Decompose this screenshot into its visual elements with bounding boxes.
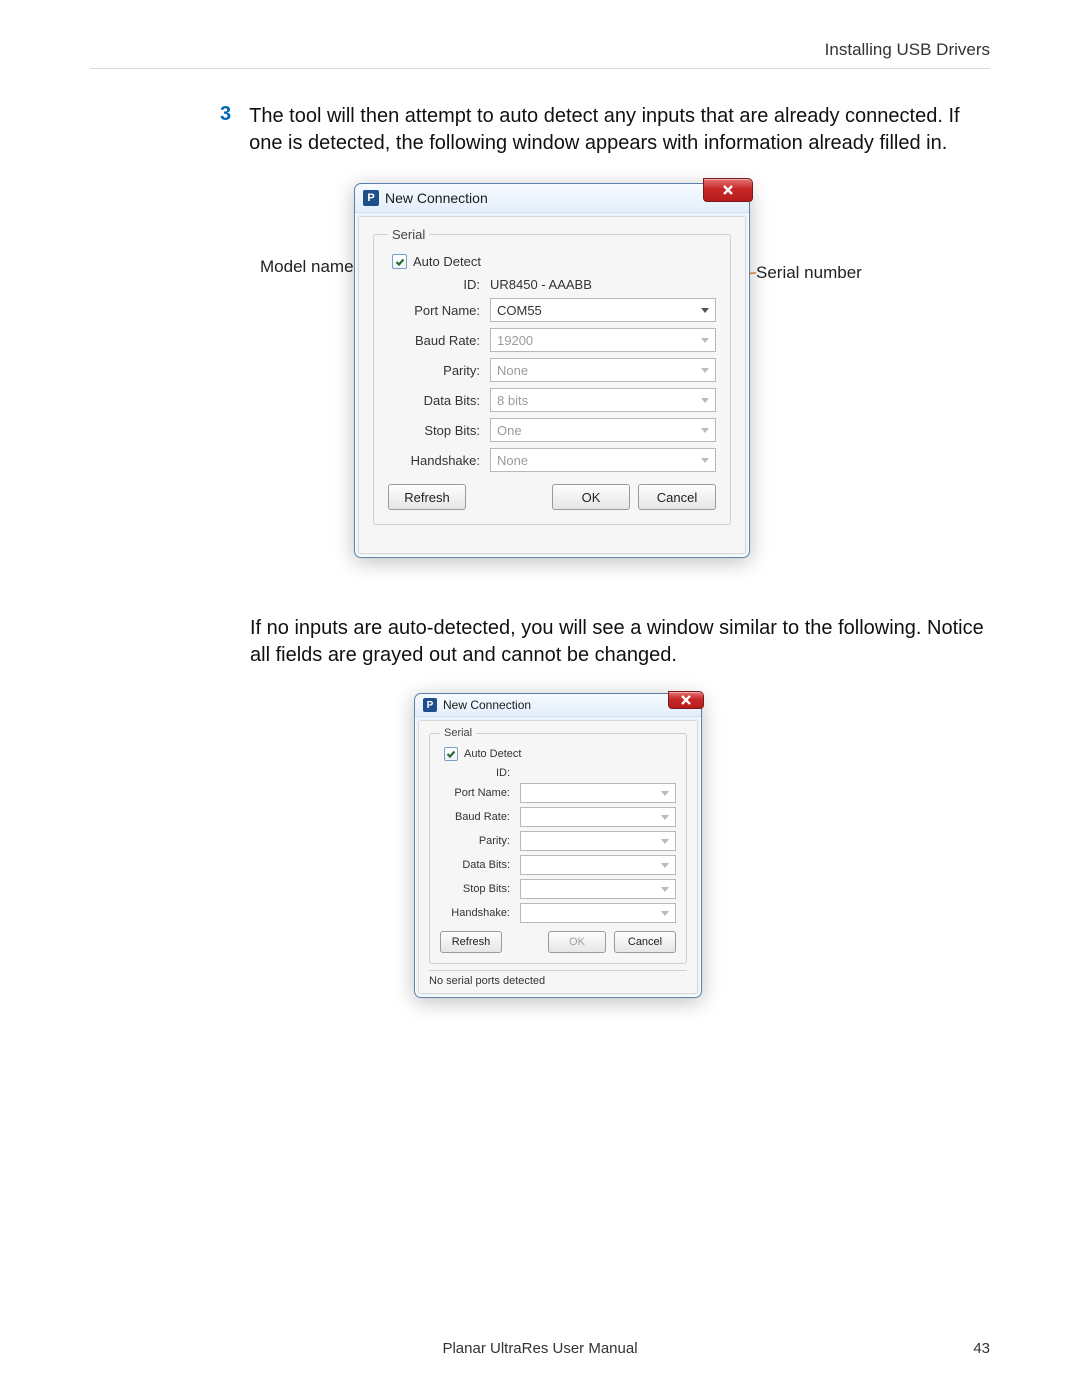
- databits-select[interactable]: [520, 855, 676, 875]
- databits-label: Data Bits:: [388, 393, 490, 408]
- refresh-button[interactable]: Refresh: [388, 484, 466, 510]
- dialog-title: New Connection: [443, 698, 531, 712]
- check-icon: [446, 749, 456, 759]
- footer-doc-title: Planar UltraRes User Manual: [0, 1340, 1080, 1357]
- chevron-down-icon: [701, 428, 709, 433]
- port-label: Port Name:: [440, 787, 520, 799]
- ok-button[interactable]: OK: [548, 931, 606, 953]
- auto-detect-label: Auto Detect: [464, 748, 521, 760]
- chevron-down-icon: [701, 338, 709, 343]
- refresh-button[interactable]: Refresh: [440, 931, 502, 953]
- dialog-new-connection-2: P New Connection Serial Auto Detect: [414, 693, 702, 998]
- chevron-down-icon: [661, 911, 669, 916]
- stopbits-select[interactable]: [520, 879, 676, 899]
- chevron-down-icon: [701, 308, 709, 313]
- chevron-down-icon: [701, 368, 709, 373]
- parity-select[interactable]: [520, 831, 676, 851]
- status-bar: No serial ports detected: [429, 970, 687, 987]
- dialog-titlebar: P New Connection: [415, 694, 701, 717]
- close-icon: [679, 693, 693, 707]
- baud-label: Baud Rate:: [440, 811, 520, 823]
- stopbits-label: Stop Bits:: [440, 883, 520, 895]
- serial-fieldset: Serial Auto Detect ID: UR8450 - AAABB Po…: [373, 227, 731, 525]
- port-select[interactable]: [520, 783, 676, 803]
- handshake-label: Handshake:: [440, 907, 520, 919]
- check-icon: [395, 257, 405, 267]
- id-value: UR8450 - AAABB: [490, 277, 716, 292]
- baud-label: Baud Rate:: [388, 333, 490, 348]
- chevron-down-icon: [661, 863, 669, 868]
- stopbits-label: Stop Bits:: [388, 423, 490, 438]
- parity-value: None: [497, 363, 528, 378]
- ok-button[interactable]: OK: [552, 484, 630, 510]
- port-label: Port Name:: [388, 303, 490, 318]
- serial-fieldset: Serial Auto Detect ID: Port Name:: [429, 727, 687, 964]
- baud-select[interactable]: 19200: [490, 328, 716, 352]
- auto-detect-checkbox[interactable]: [444, 747, 458, 761]
- id-label: ID:: [388, 277, 490, 292]
- handshake-select[interactable]: None: [490, 448, 716, 472]
- app-icon: P: [423, 698, 437, 712]
- footer-page-number: 43: [973, 1340, 990, 1357]
- stopbits-value: One: [497, 423, 522, 438]
- handshake-label: Handshake:: [388, 453, 490, 468]
- dialog-new-connection-1: P New Connection Serial Auto Detect: [354, 183, 750, 558]
- serial-legend: Serial: [388, 227, 429, 242]
- chevron-down-icon: [661, 887, 669, 892]
- callout-serial-number: Serial number: [756, 263, 862, 283]
- dialog-title: New Connection: [385, 190, 488, 206]
- header-divider: [90, 68, 990, 69]
- parity-select[interactable]: None: [490, 358, 716, 382]
- serial-legend: Serial: [440, 727, 476, 739]
- handshake-value: None: [497, 453, 528, 468]
- handshake-select[interactable]: [520, 903, 676, 923]
- close-button[interactable]: [703, 178, 753, 202]
- step-number: 3: [220, 103, 231, 126]
- chevron-down-icon: [661, 815, 669, 820]
- step-text: The tool will then attempt to auto detec…: [249, 103, 990, 157]
- chevron-down-icon: [701, 398, 709, 403]
- close-button[interactable]: [668, 691, 704, 709]
- databits-select[interactable]: 8 bits: [490, 388, 716, 412]
- section-header: Installing USB Drivers: [90, 40, 990, 60]
- callout-model-name: Model name: [260, 257, 354, 277]
- baud-value: 19200: [497, 333, 533, 348]
- databits-label: Data Bits:: [440, 859, 520, 871]
- figure-2-wrap: P New Connection Serial Auto Detect: [90, 693, 990, 1013]
- paragraph-no-inputs: If no inputs are auto-detected, you will…: [250, 615, 990, 669]
- app-icon: P: [363, 190, 379, 206]
- auto-detect-label: Auto Detect: [413, 254, 481, 269]
- cancel-button[interactable]: Cancel: [638, 484, 716, 510]
- chevron-down-icon: [661, 791, 669, 796]
- dialog-titlebar: P New Connection: [355, 184, 749, 213]
- cancel-button[interactable]: Cancel: [614, 931, 676, 953]
- stopbits-select[interactable]: One: [490, 418, 716, 442]
- port-value: COM55: [497, 303, 542, 318]
- chevron-down-icon: [661, 839, 669, 844]
- chevron-down-icon: [701, 458, 709, 463]
- databits-value: 8 bits: [497, 393, 528, 408]
- port-select[interactable]: COM55: [490, 298, 716, 322]
- baud-select[interactable]: [520, 807, 676, 827]
- close-icon: [721, 183, 735, 197]
- auto-detect-checkbox[interactable]: [392, 254, 407, 269]
- parity-label: Parity:: [388, 363, 490, 378]
- id-label: ID:: [440, 767, 520, 779]
- figure-1-wrap: Model name Serial number P New Connectio…: [90, 181, 990, 591]
- parity-label: Parity:: [440, 835, 520, 847]
